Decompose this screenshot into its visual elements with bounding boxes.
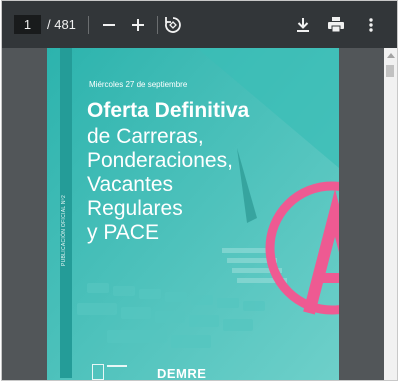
- cover-date: Miércoles 27 de septiembre: [89, 80, 188, 89]
- cover-subtitle-line: de Carreras,: [87, 125, 204, 148]
- vertical-scrollbar[interactable]: [384, 48, 397, 380]
- download-icon: [297, 18, 309, 32]
- pdf-page-cover: PUBLICACIÓN OFICIAL Nº2 Miércoles 27 de …: [47, 48, 339, 381]
- rotate-button[interactable]: [162, 14, 184, 36]
- print-icon: [328, 17, 344, 33]
- more-options-button[interactable]: [360, 14, 382, 36]
- cover-subtitle-line: Ponderaciones,: [87, 149, 233, 172]
- plus-icon: [132, 19, 144, 31]
- toolbar-divider: [157, 16, 158, 34]
- download-button[interactable]: [292, 14, 314, 36]
- cover-title: Oferta Definitiva: [87, 99, 250, 122]
- footer-divider: [107, 365, 127, 367]
- vertical-publication-label: PUBLICACIÓN OFICIAL Nº2: [61, 194, 67, 266]
- cover-subtitle-line: Vacantes: [87, 173, 173, 196]
- pdf-toolbar: / 481: [2, 1, 397, 48]
- government-logo: [92, 364, 104, 380]
- scrollbar-thumb[interactable]: [386, 65, 394, 77]
- pace-logo-mark: [265, 181, 339, 315]
- zoom-in-button[interactable]: [127, 14, 149, 36]
- minus-icon: [103, 24, 115, 26]
- demre-logo: DEMRE: [157, 366, 207, 381]
- page-count-label: / 481: [47, 17, 76, 32]
- more-vert-icon: [369, 18, 373, 32]
- page-number-input[interactable]: [14, 15, 41, 34]
- toolbar-divider: [88, 16, 89, 34]
- scroll-up-arrow-icon[interactable]: [387, 53, 395, 58]
- print-button[interactable]: [325, 14, 347, 36]
- pdf-viewer-window: / 481: [1, 0, 398, 381]
- rotate-icon: [165, 17, 181, 33]
- zoom-out-button[interactable]: [98, 14, 120, 36]
- cover-subtitle-line: y PACE: [87, 221, 159, 244]
- cover-subtitle-line: Regulares: [87, 197, 183, 220]
